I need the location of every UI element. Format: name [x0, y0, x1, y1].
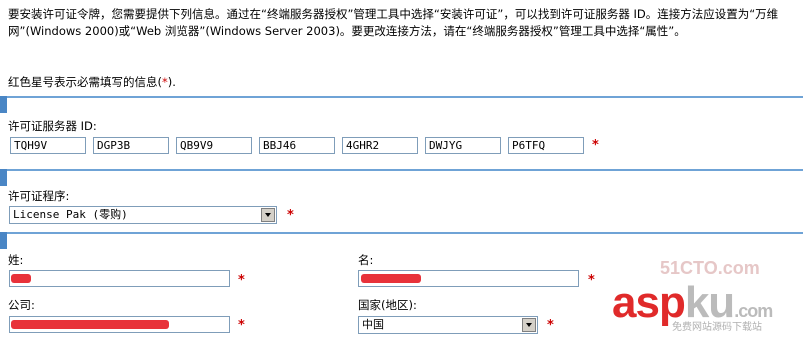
- section-marker: [0, 232, 7, 249]
- license-program-label: 许可证程序:: [8, 189, 70, 203]
- company-label: 公司:: [8, 298, 35, 312]
- section-marker: [0, 169, 7, 186]
- required-note: 红色星号表示必需填写的信息(*).: [8, 74, 176, 90]
- required-star: *: [588, 273, 595, 288]
- license-server-id-field-4[interactable]: BBJ46: [259, 137, 335, 154]
- watermark-top-text: 51CTO.com: [660, 258, 760, 278]
- license-server-label: 许可证服务器 ID:: [8, 119, 97, 133]
- redaction-mark: [11, 320, 169, 329]
- watermark-logo: 51CTO.com aspku.com 免费网站源码下载站: [612, 258, 802, 337]
- section-divider: [0, 96, 803, 113]
- country-label: 国家(地区):: [358, 298, 417, 312]
- required-star: *: [592, 138, 599, 153]
- required-star: *: [287, 208, 294, 223]
- section-marker: [0, 96, 7, 113]
- license-server-id-field-5[interactable]: 4GHR2: [342, 137, 418, 154]
- first-name-label: 名:: [358, 253, 374, 267]
- chevron-down-icon[interactable]: [522, 318, 536, 332]
- license-server-id-field-6[interactable]: DWJYG: [425, 137, 501, 154]
- required-note-suffix: ).: [167, 75, 176, 89]
- redaction-mark: [11, 274, 31, 283]
- license-program-select[interactable]: License Pak (零购): [9, 206, 277, 224]
- country-value: 中国: [362, 318, 384, 331]
- last-name-input[interactable]: [9, 270, 230, 287]
- redaction-mark: [361, 274, 421, 283]
- intro-text: 要安装许可证令牌，您需要提供下列信息。通过在“终端服务器授权”管理工具中选择“安…: [8, 7, 779, 38]
- license-server-id-field-3[interactable]: QB9V9: [176, 137, 252, 154]
- required-star: *: [238, 318, 245, 333]
- last-name-label: 姓:: [8, 253, 24, 267]
- country-select[interactable]: 中国: [358, 316, 538, 334]
- license-server-id-field-7[interactable]: P6TFQ: [508, 137, 584, 154]
- section-divider: [0, 169, 803, 186]
- required-star: *: [238, 273, 245, 288]
- section-divider: [0, 232, 803, 249]
- chevron-down-icon[interactable]: [261, 208, 275, 222]
- required-note-prefix: 红色星号表示必需填写的信息(: [8, 75, 162, 89]
- license-server-id-field-1[interactable]: TQH9V: [10, 137, 86, 154]
- license-server-id-field-2[interactable]: DGP3B: [93, 137, 169, 154]
- license-program-value: License Pak (零购): [13, 208, 128, 221]
- required-star: *: [547, 318, 554, 333]
- watermark-subtitle: 免费网站源码下载站: [672, 322, 762, 333]
